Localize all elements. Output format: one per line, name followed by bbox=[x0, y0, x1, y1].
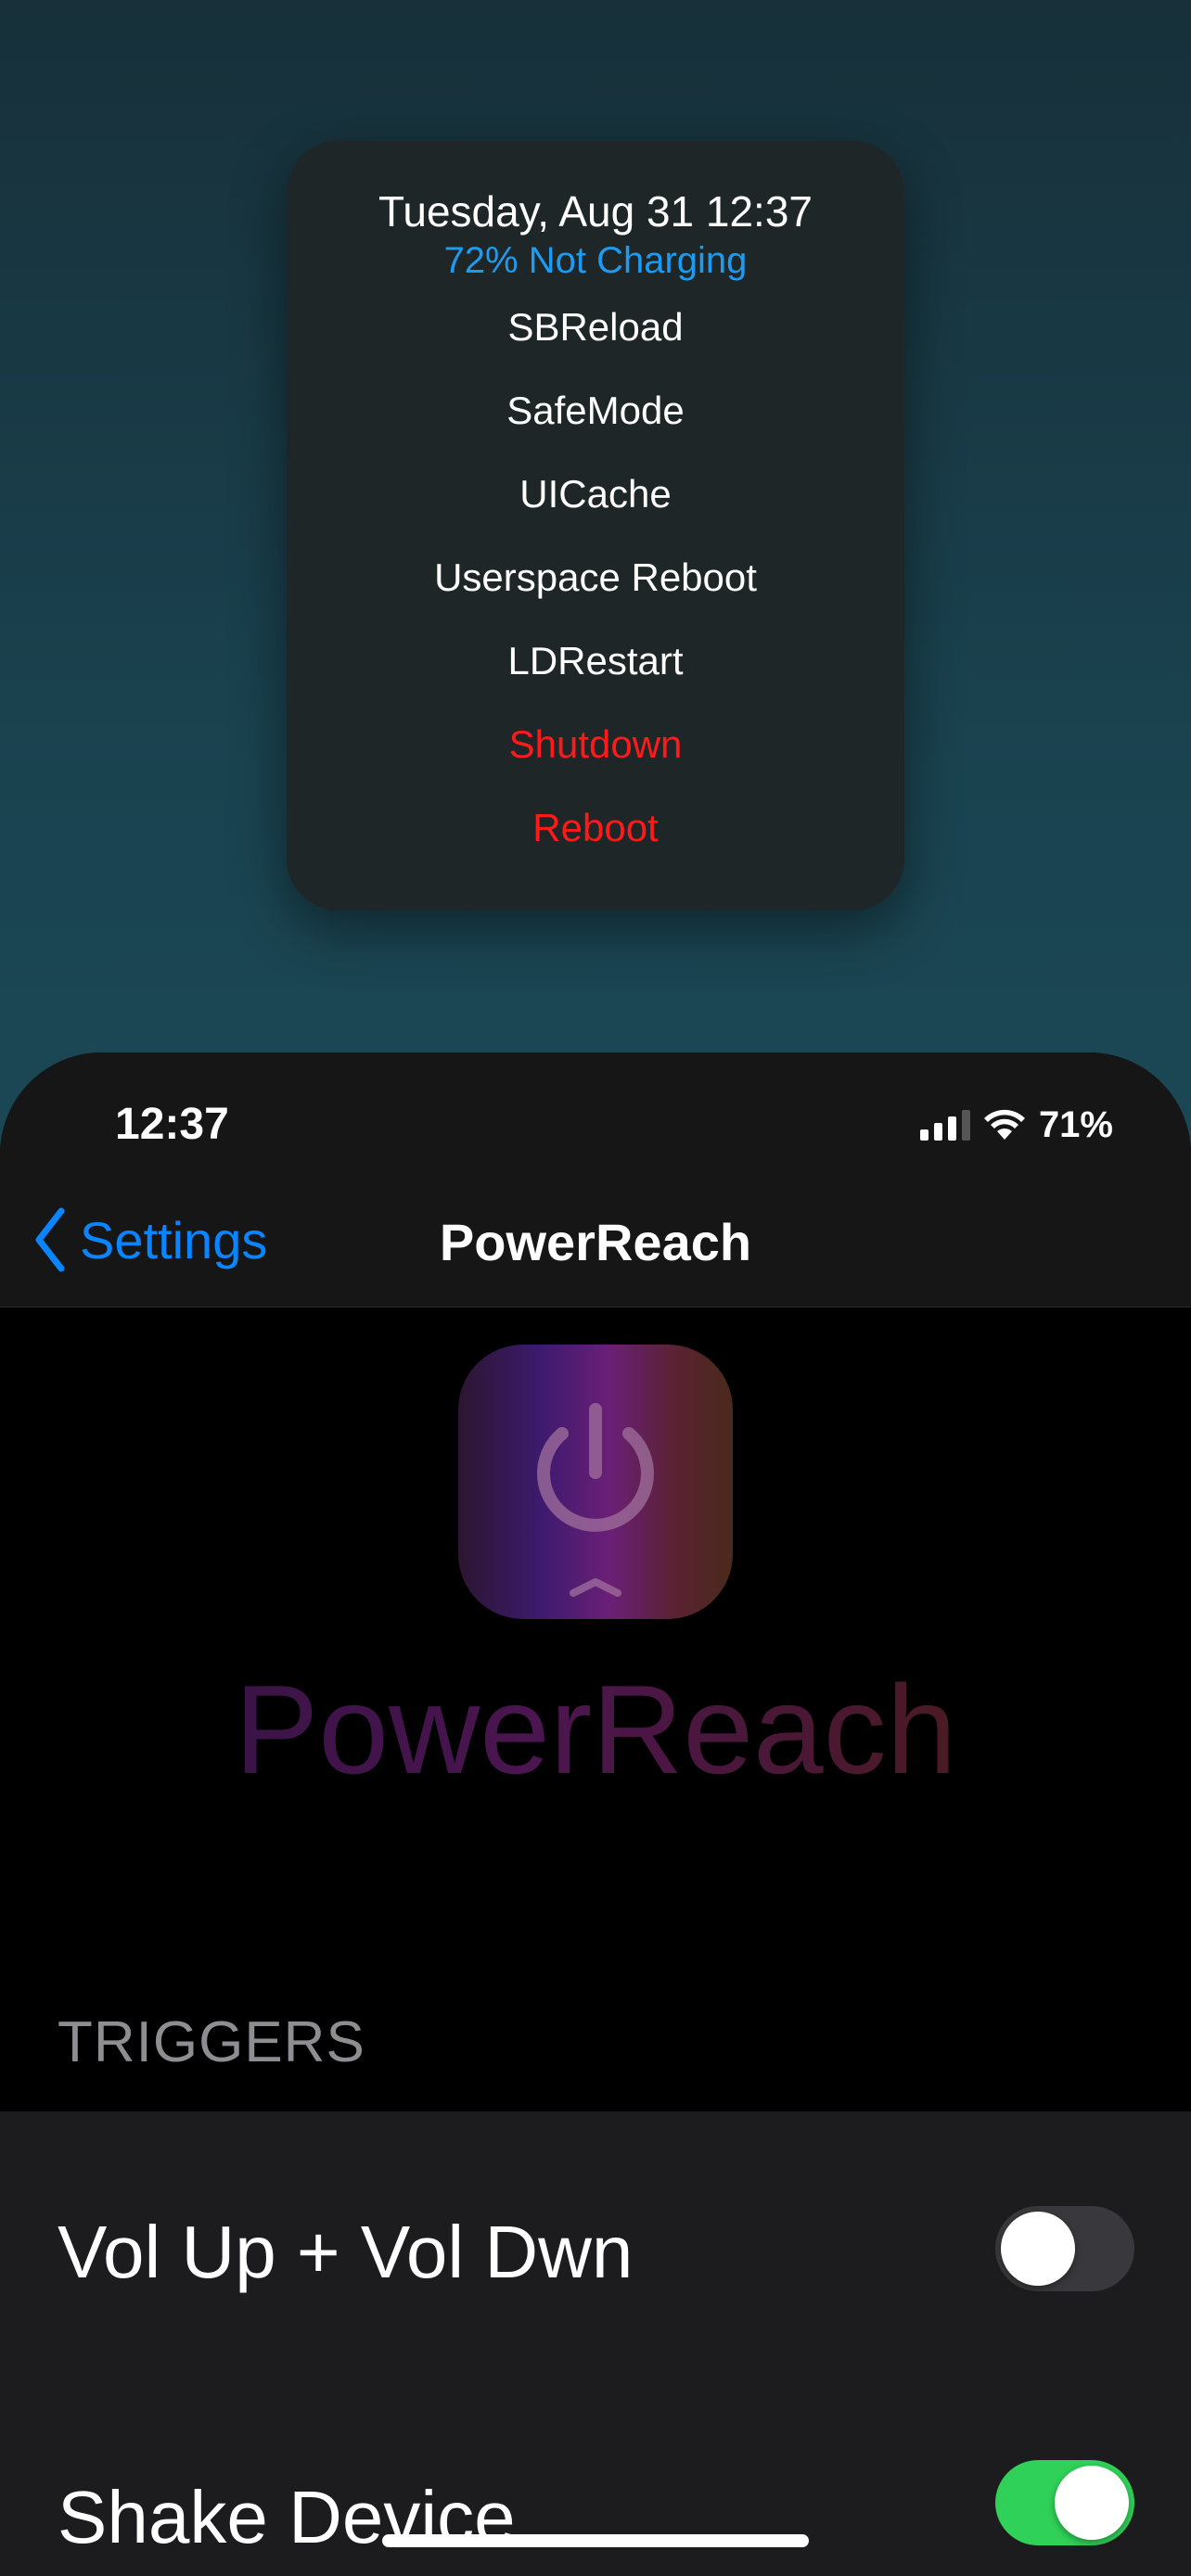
safemode-button[interactable]: SafeMode bbox=[287, 380, 904, 464]
shake-device-toggle[interactable] bbox=[995, 2460, 1134, 2545]
app-wordmark: PowerReach bbox=[0, 1655, 1191, 1804]
triggers-section-header: TRIGGERS bbox=[58, 2010, 365, 2074]
shutdown-button[interactable]: Shutdown bbox=[287, 714, 904, 797]
userspace-reboot-button[interactable]: Userspace Reboot bbox=[287, 547, 904, 631]
trigger-label-vol-buttons: Vol Up + Vol Dwn bbox=[58, 2211, 634, 2293]
settings-sheet: 12:37 71% Settings PowerReach PowerReach… bbox=[0, 1052, 1191, 2576]
wifi-icon bbox=[983, 1109, 1025, 1140]
top-bar: 12:37 71% Settings PowerReach bbox=[0, 1052, 1191, 1307]
popup-date: Tuesday, Aug 31 12:37 bbox=[378, 187, 813, 236]
toggle-knob bbox=[1055, 2466, 1129, 2540]
ldrestart-button[interactable]: LDRestart bbox=[287, 631, 904, 714]
trigger-label-shake-device: Shake Device bbox=[58, 2476, 516, 2558]
toggle-knob bbox=[1001, 2212, 1075, 2286]
sbreload-button[interactable]: SBReload bbox=[287, 297, 904, 380]
battery-percentage: 71% bbox=[1038, 1103, 1113, 1145]
home-indicator[interactable] bbox=[382, 2534, 809, 2547]
reboot-button[interactable]: Reboot bbox=[287, 797, 904, 881]
uicache-button[interactable]: UICache bbox=[287, 464, 904, 547]
status-indicators: 71% bbox=[919, 1099, 1113, 1151]
popup-menu: SBReload SafeMode UICache Userspace Reboot L… bbox=[287, 297, 904, 881]
app-icon bbox=[458, 1345, 733, 1619]
vol-buttons-toggle[interactable] bbox=[995, 2206, 1134, 2291]
powerreach-popup: Tuesday, Aug 31 12:37 72% Not Charging S… bbox=[287, 141, 904, 911]
status-time: 12:37 bbox=[115, 1100, 229, 1149]
signal-icon bbox=[919, 1109, 970, 1141]
triggers-group: Vol Up + Vol Dwn Shake Device bbox=[0, 2111, 1191, 2576]
power-icon bbox=[537, 1403, 654, 1597]
popup-battery-status: 72% Not Charging bbox=[443, 240, 748, 281]
page-title: PowerReach bbox=[439, 1213, 752, 1271]
